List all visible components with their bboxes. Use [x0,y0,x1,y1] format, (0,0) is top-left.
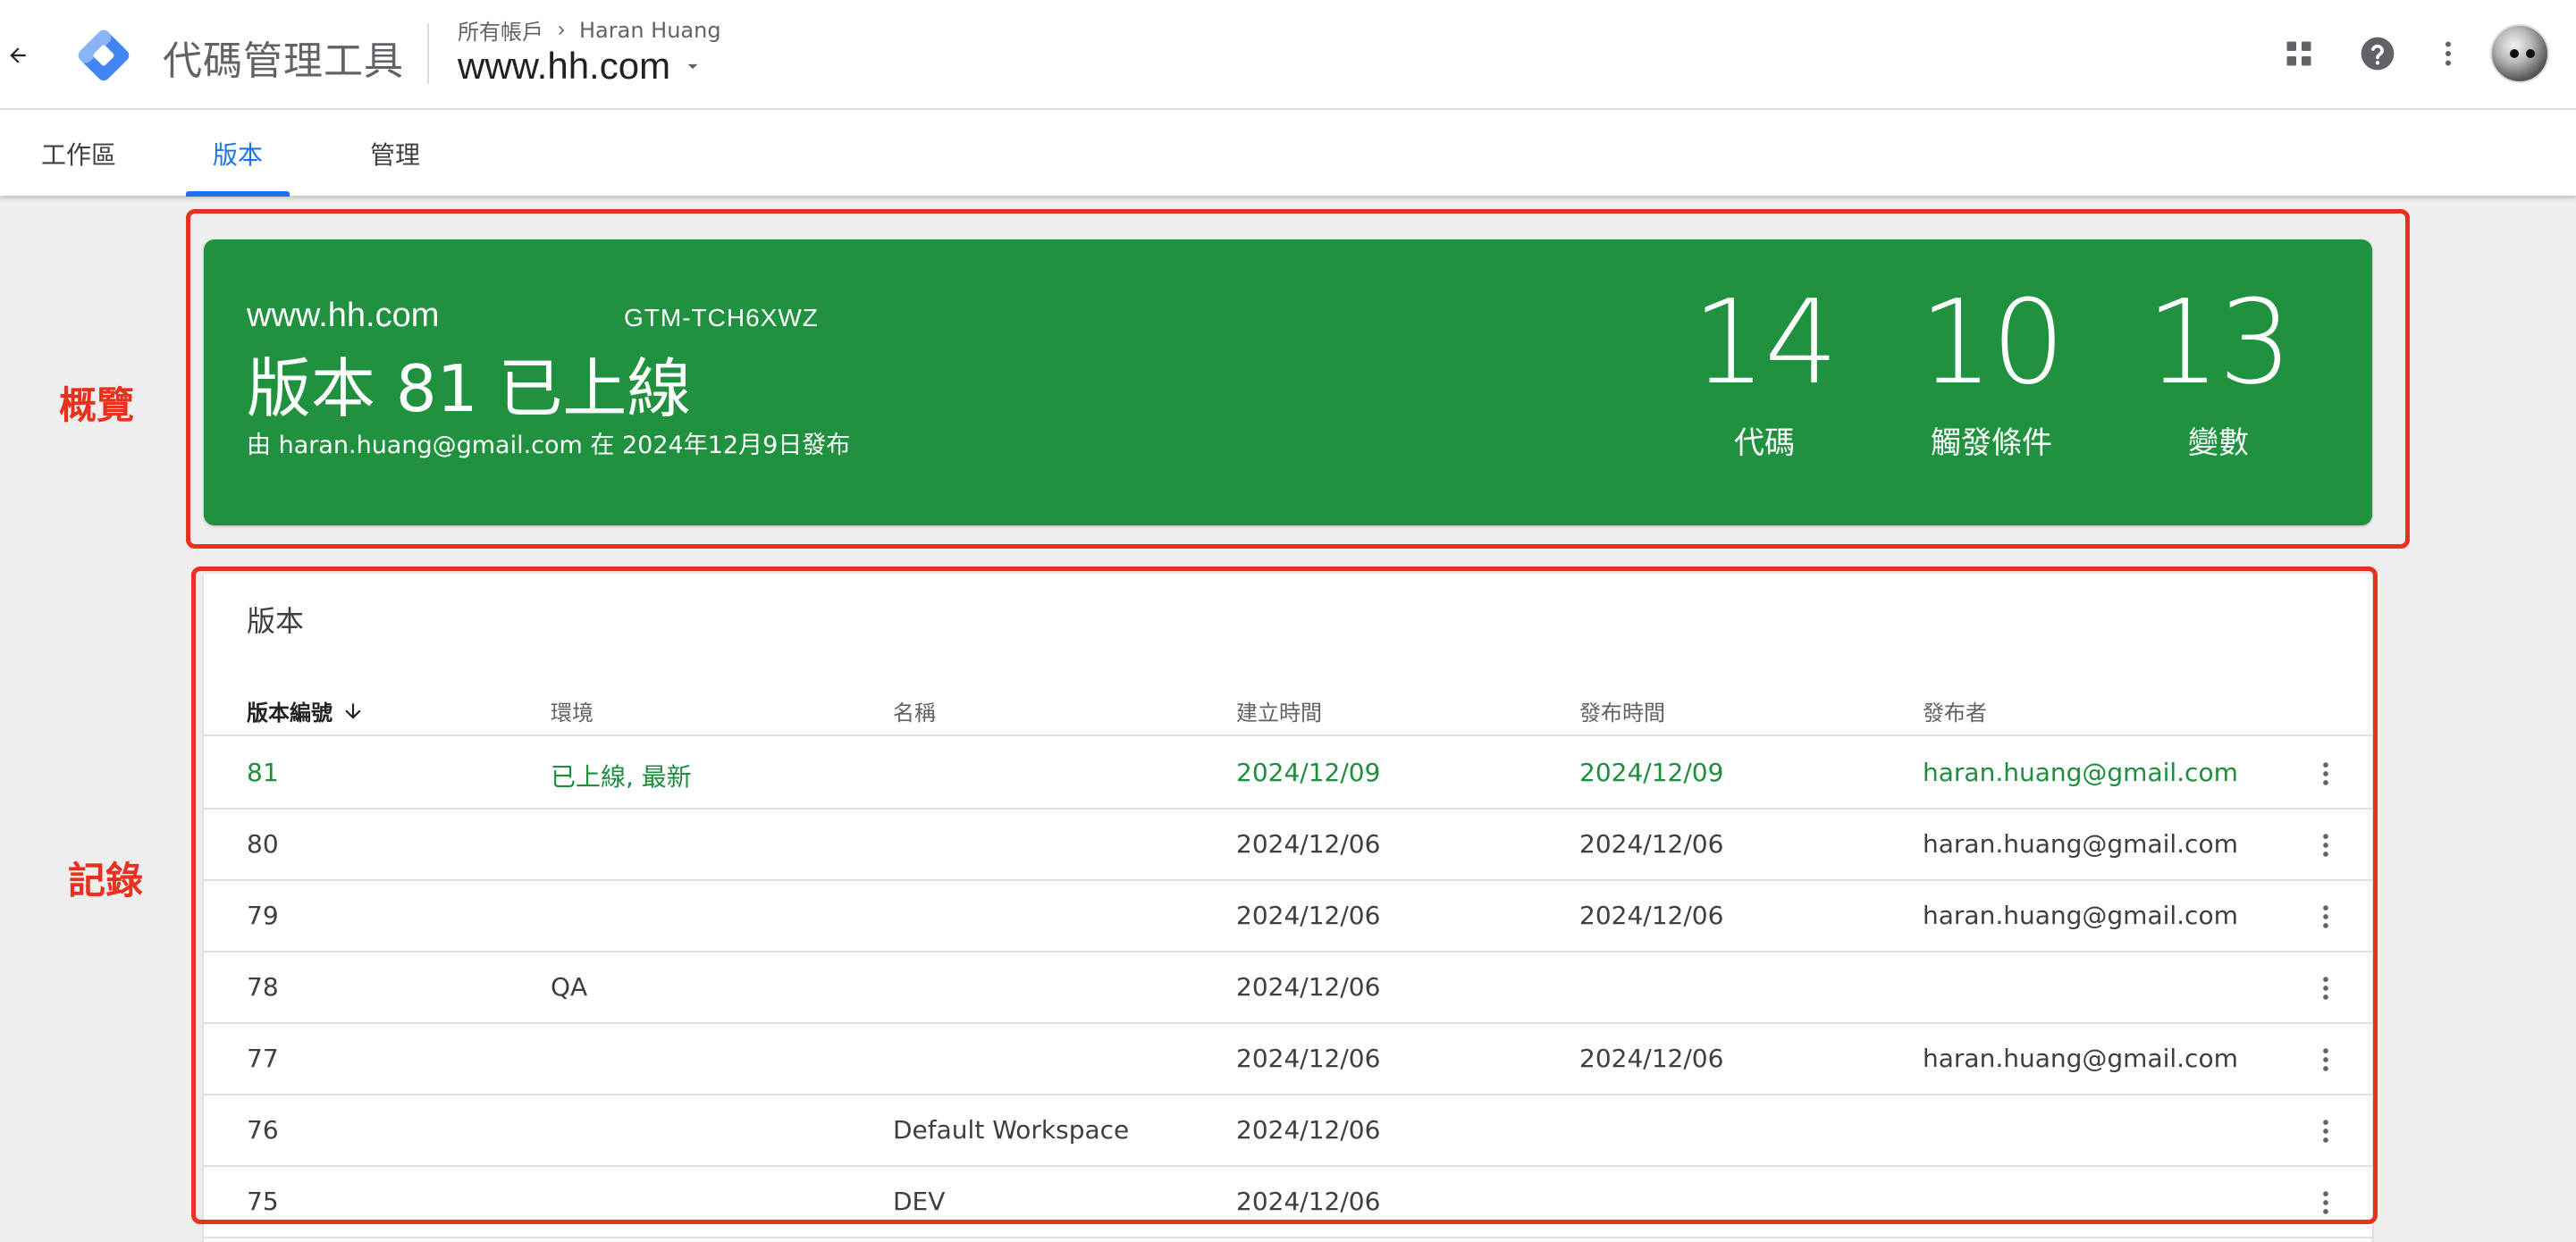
more-options-button[interactable] [2417,20,2479,88]
apps-button[interactable] [2260,20,2338,88]
app-title: 代碼管理工具 [163,38,404,84]
overview-highlight-box [186,209,2410,549]
annotation-records: 記錄 [68,859,144,902]
help-button[interactable] [2338,20,2417,88]
apps-grid-icon [2286,41,2311,66]
breadcrumb-all-accounts[interactable]: 所有帳戶 [458,14,543,46]
header-divider [427,23,429,84]
avatar[interactable] [2490,24,2549,83]
tab-versions[interactable]: 版本 [186,110,290,197]
breadcrumb: 所有帳戶 Haran Huang [458,14,721,46]
top-app-bar: 代碼管理工具 所有帳戶 Haran Huang www.hh.com [0,0,2576,110]
tab-workspace[interactable]: 工作區 [25,110,132,197]
chevron-right-icon [559,25,565,35]
back-button[interactable] [2,36,34,75]
container-name: www.hh.com [458,45,671,87]
more-vert-icon [2446,41,2451,66]
dropdown-arrow-icon [687,63,698,70]
help-icon [2361,37,2395,71]
container-selector[interactable]: www.hh.com [458,45,704,88]
header-actions [2260,20,2576,88]
breadcrumb-account[interactable]: Haran Huang [579,18,721,43]
arrow-back-icon [10,47,26,63]
tab-admin[interactable]: 管理 [343,110,447,197]
annotation-overview: 概覽 [59,383,135,427]
tab-bar: 工作區 版本 管理 [0,110,2576,197]
gtm-logo [78,29,130,81]
records-highlight-box [191,566,2378,1224]
